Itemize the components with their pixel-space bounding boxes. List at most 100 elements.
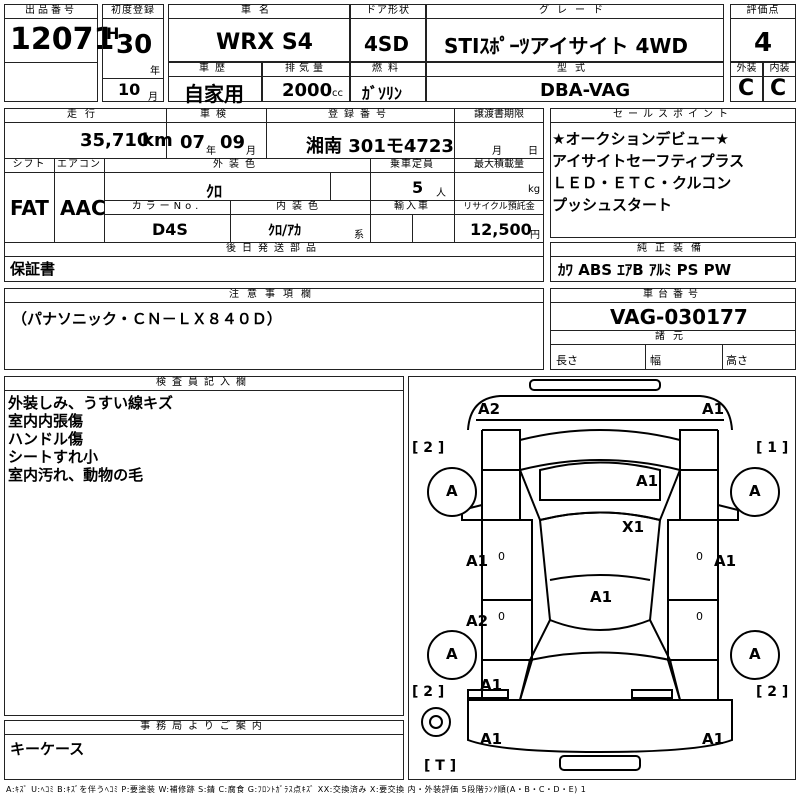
door-tick-right: 0 — [696, 550, 703, 563]
mark-front-bumper-right: A1 — [702, 400, 725, 418]
model: DBA-VAG — [540, 80, 631, 101]
height-label: 高さ — [726, 354, 748, 367]
int-grade: C — [770, 76, 787, 101]
corner-front-right: [ 1 ] — [756, 440, 789, 456]
door-tick-left-rear: 0 — [498, 610, 505, 623]
door-tick-left: 0 — [498, 550, 505, 563]
corner-rear-right: [ 2 ] — [756, 684, 789, 700]
mark-left-door-front: A1 — [466, 552, 489, 570]
inspection-label: 車検 — [200, 109, 232, 120]
mark-rear-bumper-right: A1 — [702, 730, 725, 748]
equipment-label: 純正装備 — [637, 243, 709, 254]
mark-wheel-rear-left: A — [446, 645, 458, 663]
shift: FAT — [10, 196, 49, 220]
first-registration-label: 初度登録 — [111, 5, 155, 16]
max-load-label: 最大積載量 — [474, 159, 524, 170]
corner-front-left: [ 2 ] — [412, 440, 445, 456]
plate: 湘南 301モ4723 — [306, 136, 454, 157]
ext-label: 外装 — [736, 63, 757, 74]
inspection-month: 09 — [220, 132, 246, 153]
mark-rear-bumper-left: A1 — [480, 730, 503, 748]
int-label: 内装 — [769, 63, 790, 74]
mark-left-rear-fender: A1 — [480, 676, 503, 694]
interior-color-label: 内装色 — [276, 201, 324, 212]
inspector-label: 検査員記入欄 — [156, 377, 252, 388]
later-parts-label: 後日発送部品 — [226, 243, 322, 254]
ac: AAC — [60, 196, 106, 220]
mark-roof: A1 — [590, 588, 613, 606]
specs-label: 諸元 — [655, 331, 691, 342]
mark-front-bumper-left: A2 — [478, 400, 501, 418]
year-unit: 年 — [150, 66, 160, 77]
sales-point-4: プッシュスタート — [552, 196, 673, 214]
mileage-label: 走行 — [67, 109, 103, 120]
mark-wheel-front-left: A — [446, 482, 458, 500]
mark-windshield: X1 — [622, 518, 645, 536]
later-parts: 保証書 — [10, 260, 56, 278]
fuel-label: 燃料 — [372, 63, 404, 74]
capacity: 5 — [412, 178, 424, 197]
month-unit: 月 — [148, 92, 158, 103]
sales-points-box — [550, 108, 796, 238]
transfer-label: 譲渡書期限 — [474, 109, 524, 120]
chassis-number: VAG-030177 — [610, 305, 748, 329]
exterior-color-label: 外装色 — [213, 159, 261, 170]
shift-label: シフト — [12, 159, 46, 170]
car-name: WRX S4 — [216, 30, 313, 55]
car-diagram — [421, 379, 780, 771]
inspector-line-2: 室内内張傷 — [8, 412, 84, 430]
registration-month: 10 — [118, 80, 141, 99]
mark-left-door-rear: A2 — [466, 612, 489, 630]
sales-points-label: セールスポイント — [613, 109, 733, 120]
color-no: D4S — [152, 220, 188, 239]
length-label: 長さ — [556, 354, 578, 367]
max-load-unit: kg — [528, 184, 541, 195]
score-label: 評価点 — [746, 5, 780, 16]
displacement-unit: cc — [332, 88, 343, 99]
inspector-line-3: ハンドル傷 — [8, 430, 84, 448]
exterior-color: ｸﾛ — [206, 182, 223, 201]
history-label: 車歴 — [199, 63, 231, 74]
corner-trunk: [ T ] — [424, 758, 457, 774]
inspector-line-4: シートすれ小 — [8, 448, 99, 466]
sales-point-1: ★オークションデビュー★ — [552, 130, 729, 148]
sales-point-3: ＬＥＤ・ＥＴＣ・クルコン — [552, 174, 732, 192]
office-text: キーケース — [10, 740, 85, 758]
capacity-label: 乗車定員 — [390, 159, 434, 170]
notes-label: 注意事項欄 — [229, 289, 319, 300]
notes-text: （パナソニック・ＣＮ－ＬＸ８４０Ｄ） — [12, 310, 282, 328]
lot-number: 12071 — [10, 22, 115, 57]
mileage: 35,710 — [80, 130, 150, 151]
chassis-label: 車台番号 — [643, 289, 703, 300]
mark-hood: A1 — [636, 472, 659, 490]
model-label: 型式 — [557, 63, 593, 74]
history: 自家用 — [184, 82, 244, 106]
fuel: ｶﾞｿﾘﾝ — [362, 84, 403, 103]
sales-point-2: アイサイトセーフティプラス — [552, 152, 745, 170]
recycle: 12,500 — [470, 220, 532, 239]
equipment-items: ｶﾜ ABS ｴｱB ｱﾙﾐ PS PW — [558, 261, 732, 279]
inspector-line-5: 室内汚れ、動物の毛 — [8, 466, 144, 484]
interior-color: ｸﾛ/ｱｶ — [268, 223, 302, 239]
grade-label: グレード — [539, 5, 611, 16]
ac-label: エアコン — [57, 159, 101, 170]
ext-grade: C — [738, 76, 755, 101]
door-tick-right-rear: 0 — [696, 610, 703, 623]
office-label: 事務局よりご案内 — [140, 721, 268, 732]
displacement-label: 排気量 — [285, 63, 327, 74]
inspection-year: 07 — [180, 132, 206, 153]
lot-number-label: 出品番号 — [25, 5, 77, 16]
inspector-line-1: 外装しみ、うすい線キズ — [8, 394, 174, 412]
mileage-unit: km — [142, 130, 173, 151]
width-label: 幅 — [650, 354, 661, 367]
mark-right-door-front: A1 — [714, 552, 737, 570]
color-no-label: カラーNo. — [131, 201, 203, 212]
door-label: ドア形状 — [366, 5, 410, 16]
score: 4 — [754, 28, 773, 58]
interior-color-suffix: 系 — [354, 230, 364, 241]
transfer-month-unit: 月 — [492, 146, 502, 157]
recycle-label: リサイクル預託金 — [463, 202, 535, 212]
inspection-month-unit: 月 — [246, 146, 256, 157]
import-label: 輸入車 — [394, 201, 430, 212]
damage-legend: A:ｷｽﾞ U:ﾍｺﾐ B:ｷｽﾞを伴うﾍｺﾐ P:要塗装 W:補修跡 S:錆 … — [6, 785, 587, 794]
